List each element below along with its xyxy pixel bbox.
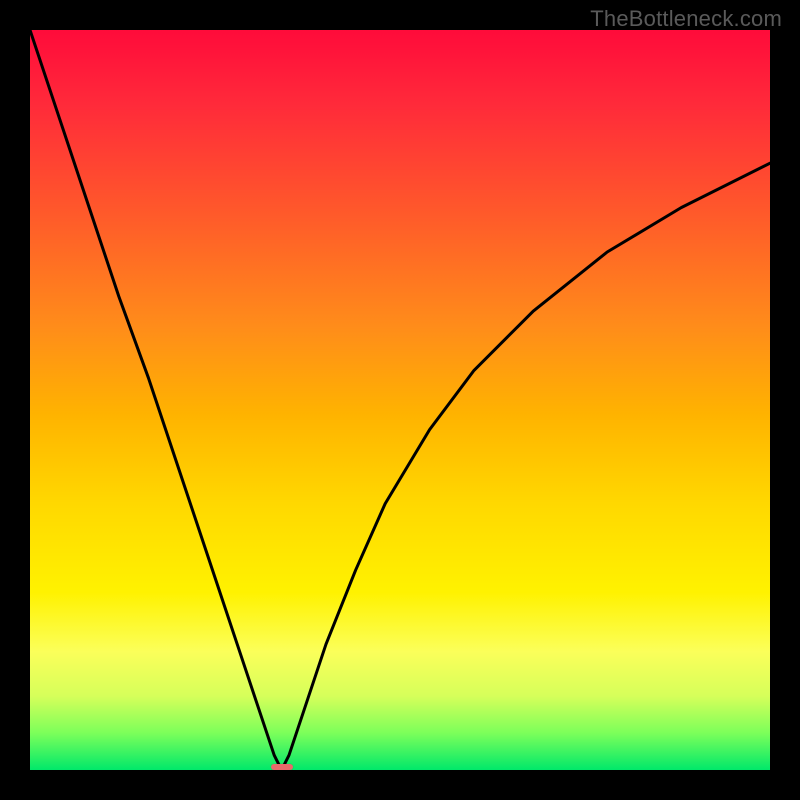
- baseline-marker: [271, 764, 293, 770]
- chart-frame: TheBottleneck.com: [0, 0, 800, 800]
- plot-area: [30, 30, 770, 770]
- curve-svg: [30, 30, 770, 770]
- curve-path: [30, 30, 770, 770]
- watermark-text: TheBottleneck.com: [590, 6, 782, 32]
